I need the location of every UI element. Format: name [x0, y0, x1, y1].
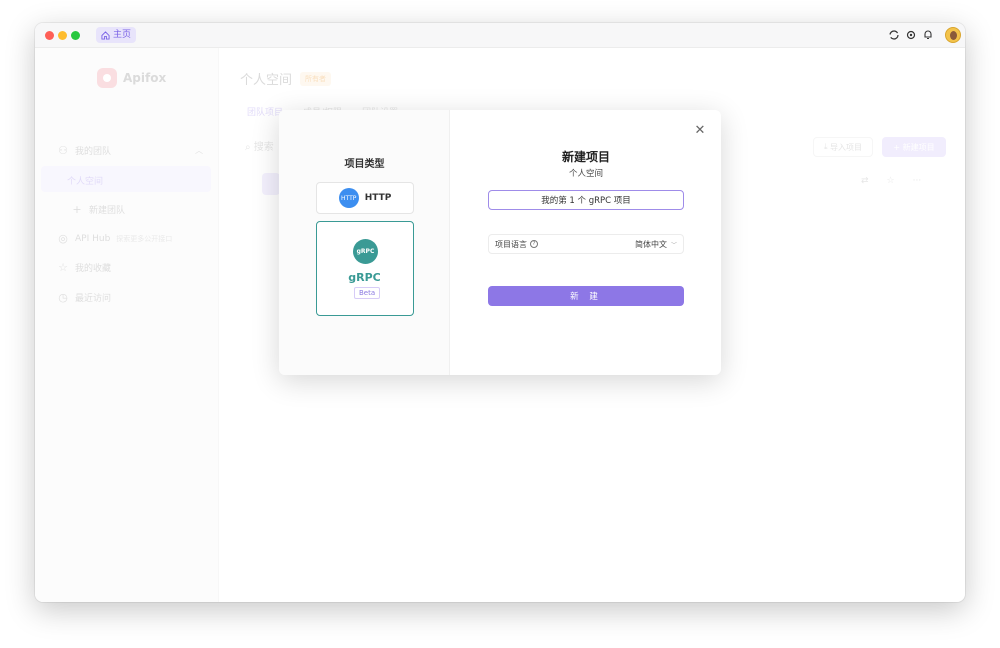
gear-icon[interactable]	[905, 29, 917, 41]
bell-icon[interactable]	[922, 29, 934, 41]
grpc-icon: gRPC	[353, 239, 378, 264]
minimize-window-button[interactable]	[58, 31, 67, 40]
home-tab-label: 主页	[113, 30, 132, 40]
project-type-panel: 项目类型 HTTP HTTP gRPC gRPC Beta	[279, 110, 450, 375]
close-window-button[interactable]	[45, 31, 54, 40]
project-name-input[interactable]	[488, 190, 684, 210]
home-icon	[101, 30, 110, 40]
create-button[interactable]: 新 建	[488, 286, 684, 306]
project-language-select[interactable]: 项目语言 ? 简体中文 ﹀	[488, 234, 684, 254]
modal-title: 新建项目	[561, 150, 610, 164]
project-language-label: 项目语言	[495, 239, 527, 249]
modal-subtitle: 个人空间	[568, 169, 603, 179]
grpc-label: gRPC	[348, 271, 381, 284]
project-language-value: 简体中文	[634, 239, 667, 249]
beta-badge: Beta	[354, 287, 381, 299]
chevron-down-icon: ﹀	[670, 241, 677, 249]
home-tab[interactable]: 主页	[96, 27, 137, 43]
http-label: HTTP	[364, 193, 392, 203]
project-type-grpc[interactable]: gRPC gRPC Beta	[316, 221, 414, 316]
http-icon: HTTP	[338, 188, 359, 208]
project-type-title: 项目类型	[344, 159, 385, 170]
refresh-icon[interactable]	[888, 29, 900, 41]
avatar[interactable]	[945, 27, 961, 43]
project-type-http[interactable]: HTTP HTTP	[316, 182, 414, 214]
help-icon[interactable]: ?	[530, 240, 538, 248]
titlebar: 主页	[35, 23, 965, 48]
close-icon[interactable]: ✕	[693, 124, 707, 138]
new-project-modal: 项目类型 HTTP HTTP gRPC gRPC Beta ✕ 新建项目 个人空…	[279, 110, 721, 375]
maximize-window-button[interactable]	[71, 31, 80, 40]
